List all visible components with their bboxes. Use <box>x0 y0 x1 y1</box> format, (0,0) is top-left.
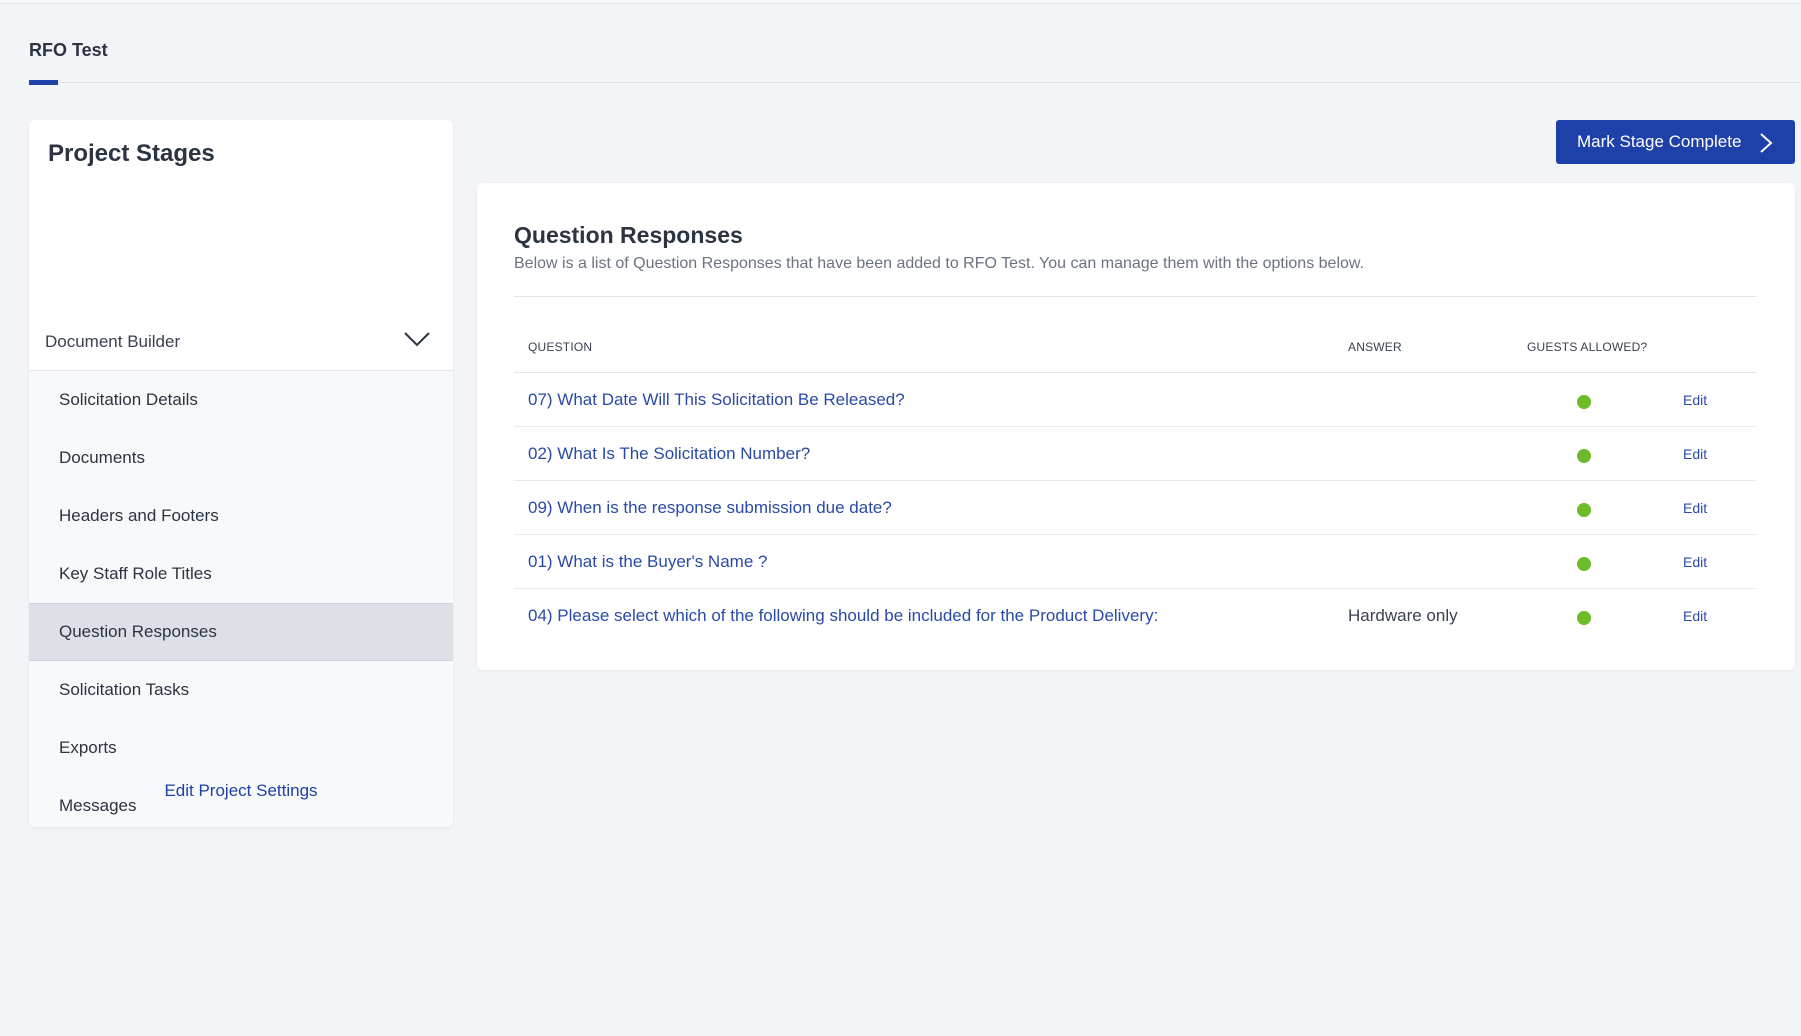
table-row: 09) When is the response submission due … <box>514 481 1757 535</box>
stage-list: Solicitation Details Documents Headers a… <box>29 371 453 827</box>
guests-allowed-status-dot <box>1577 395 1591 409</box>
guests-allowed-status-dot <box>1577 557 1591 571</box>
sidebar-item-label: Question Responses <box>59 622 217 641</box>
sidebar-item-label: Headers and Footers <box>59 506 219 525</box>
answer-value: Hardware only <box>1348 606 1458 625</box>
edit-link[interactable]: Edit <box>1683 500 1707 516</box>
project-stages-panel: Project Stages Document Builder Solicita… <box>29 120 453 827</box>
sidebar-item-solicitation-details[interactable]: Solicitation Details <box>29 371 453 429</box>
edit-link[interactable]: Edit <box>1683 554 1707 570</box>
mark-stage-complete-label: Mark Stage Complete <box>1577 132 1742 151</box>
chevron-down-icon <box>404 332 430 347</box>
sidebar-item-exports[interactable]: Exports <box>29 719 453 777</box>
sidebar-item-label: Exports <box>59 738 117 757</box>
sidebar-item-label: Solicitation Details <box>59 390 198 409</box>
sidebar-item-solicitation-tasks[interactable]: Solicitation Tasks <box>29 661 453 719</box>
question-link[interactable]: 04) Please select which of the following… <box>528 606 1158 626</box>
project-tab-bar: RFO Test <box>29 0 1801 85</box>
edit-link[interactable]: Edit <box>1683 446 1707 462</box>
question-responses-card: Question Responses Below is a list of Qu… <box>477 183 1795 670</box>
question-link[interactable]: 02) What Is The Solicitation Number? <box>528 444 810 464</box>
page-subtitle: Below is a list of Question Responses th… <box>514 255 1365 272</box>
sidebar-item-label: Key Staff Role Titles <box>59 564 212 583</box>
active-tab-indicator <box>29 80 58 85</box>
column-header-question: QUESTION <box>528 340 593 354</box>
question-link[interactable]: 09) When is the response submission due … <box>528 498 892 518</box>
tab-project[interactable]: RFO Test <box>29 40 108 61</box>
table-row: 07) What Date Will This Solicitation Be … <box>514 373 1757 427</box>
chevron-right-icon <box>1760 133 1773 153</box>
table-row: 04) Please select which of the following… <box>514 589 1757 643</box>
edit-link[interactable]: Edit <box>1683 392 1707 408</box>
sidebar-item-key-staff-role-titles[interactable]: Key Staff Role Titles <box>29 545 453 603</box>
edit-project-settings-link[interactable]: Edit Project Settings <box>29 781 453 801</box>
mark-stage-complete-button[interactable]: Mark Stage Complete <box>1556 120 1795 164</box>
column-header-answer: ANSWER <box>1348 340 1402 354</box>
stage-dropdown[interactable]: Document Builder <box>29 313 453 371</box>
table-row: 01) What is the Buyer's Name ? Edit <box>514 535 1757 589</box>
question-link[interactable]: 01) What is the Buyer's Name ? <box>528 552 767 572</box>
guests-allowed-status-dot <box>1577 449 1591 463</box>
sidebar-item-label: Solicitation Tasks <box>59 680 190 699</box>
sidebar-item-label: Documents <box>59 448 145 467</box>
column-header-guests-allowed: GUESTS ALLOWED? <box>1527 340 1648 354</box>
guests-allowed-status-dot <box>1577 503 1591 517</box>
table-row: 02) What Is The Solicitation Number? Edi… <box>514 427 1757 481</box>
sidebar-item-question-responses[interactable]: Question Responses <box>29 603 453 661</box>
question-link[interactable]: 07) What Date Will This Solicitation Be … <box>528 390 905 410</box>
edit-link[interactable]: Edit <box>1683 608 1707 624</box>
page-title: Question Responses <box>514 222 743 248</box>
stage-dropdown-label: Document Builder <box>45 332 181 351</box>
guests-allowed-status-dot <box>1577 611 1591 625</box>
sidebar-item-documents[interactable]: Documents <box>29 429 453 487</box>
divider <box>514 296 1757 297</box>
sidebar-title: Project Stages <box>48 140 215 167</box>
sidebar-item-headers-footers[interactable]: Headers and Footers <box>29 487 453 545</box>
